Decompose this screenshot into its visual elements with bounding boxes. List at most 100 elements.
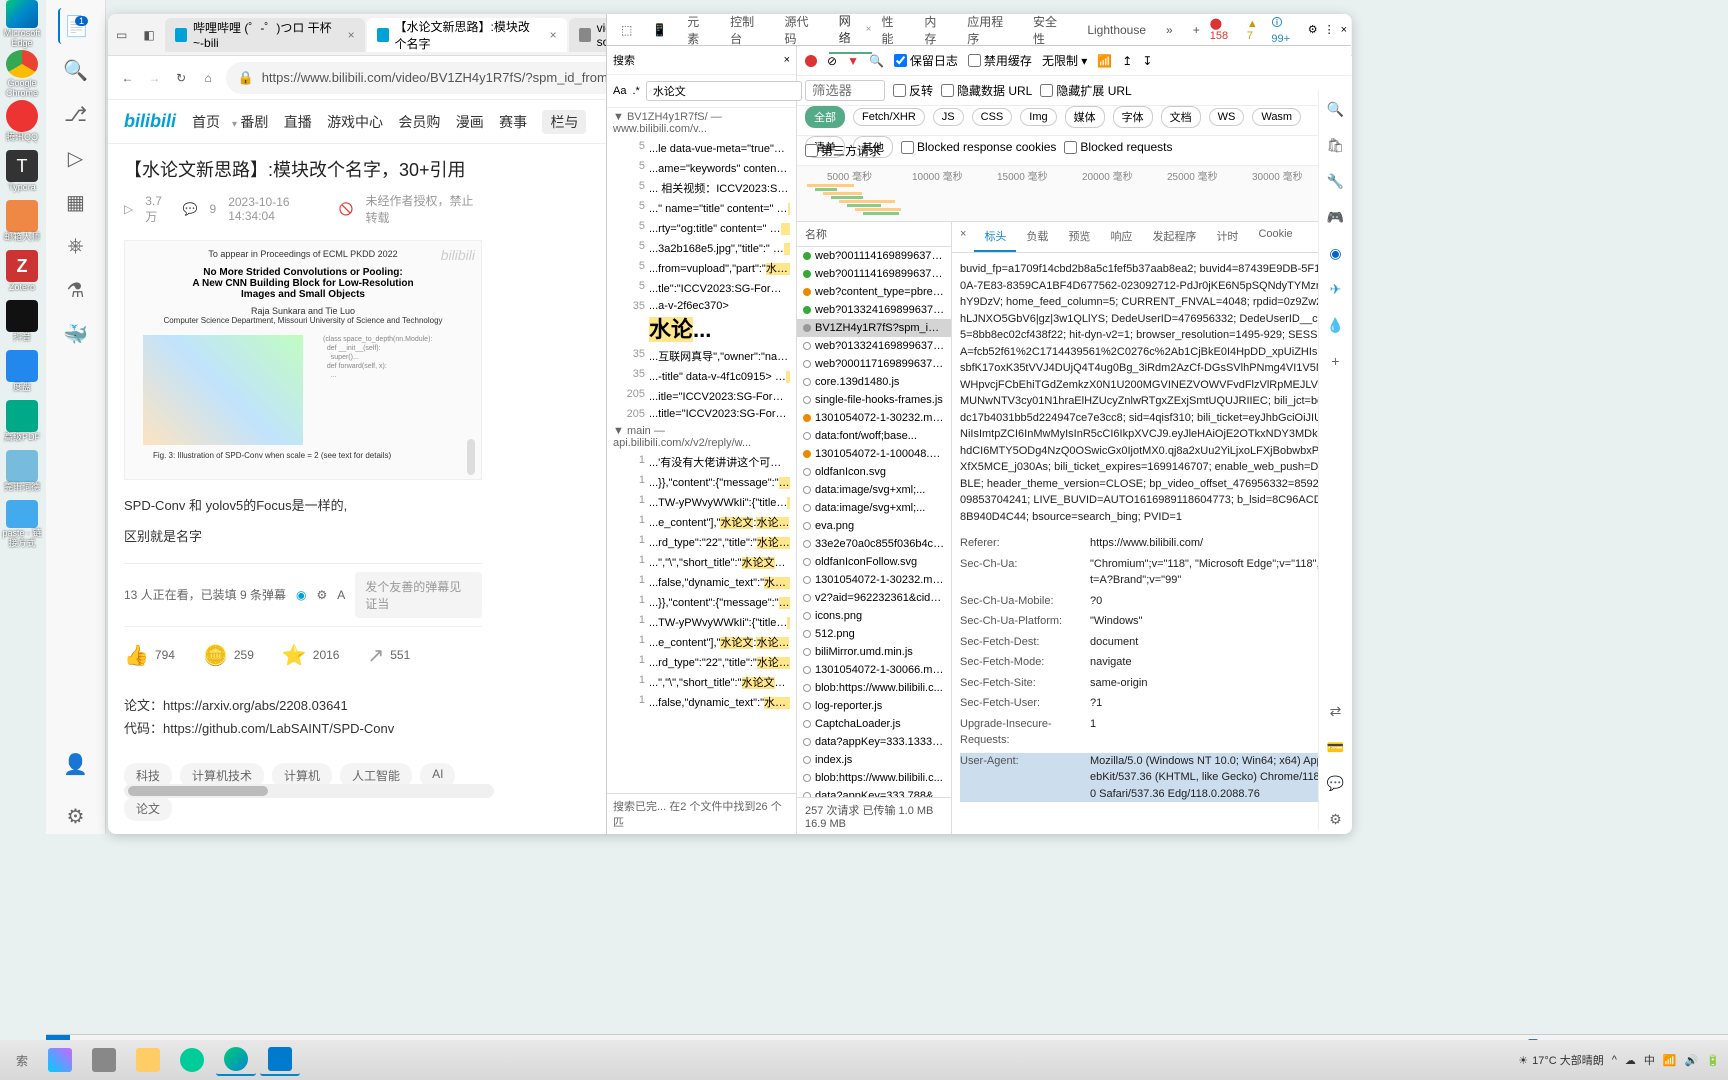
nav-match[interactable]: 赛事 (499, 114, 527, 130)
desktop-icon-baidupan[interactable]: 度盘 (2, 350, 42, 398)
search-toggle-icon[interactable]: 🔍 (869, 54, 884, 68)
filter-type-媒体[interactable]: 媒体 (1065, 106, 1105, 128)
forward-button[interactable]: → (145, 62, 164, 94)
filter-toggle-icon[interactable]: ▼ (847, 54, 859, 68)
vscode-settings-icon[interactable]: ⚙ (58, 798, 94, 834)
header-value[interactable]: 1 (1090, 716, 1343, 749)
browser-tab-1[interactable]: 【水论文新思路】:模块改个名字× (367, 18, 567, 52)
vscode-account-icon[interactable]: 👤 (58, 746, 94, 782)
download-icon[interactable]: ↧ (1142, 54, 1152, 68)
search-file-group[interactable]: ▼ main — api.bilibili.com/x/v2/reply/w..… (607, 422, 796, 452)
header-value[interactable]: ?1 (1090, 695, 1343, 712)
nav-column[interactable]: 栏与 (542, 110, 586, 134)
request-row[interactable]: index.js (797, 751, 951, 769)
request-row[interactable]: web?content_type=pbreque... (797, 283, 951, 301)
request-row[interactable]: data?appKey=333.1333&ve... (797, 733, 951, 751)
devtools-device-icon[interactable]: 📱 (642, 17, 677, 43)
request-row[interactable]: blob:https://www.bilibili.c... (797, 679, 951, 697)
request-row[interactable]: eva.png (797, 517, 951, 535)
taskbar-app[interactable] (172, 1044, 212, 1076)
like-button[interactable]: 👍794 (124, 643, 175, 668)
search-result-line[interactable]: 1...}},"content":{"message":"水论文... (607, 592, 796, 612)
request-row[interactable]: core.139d1480.js (797, 373, 951, 391)
request-row[interactable]: data:image/svg+xml;... (797, 499, 951, 517)
search-icon[interactable]: 🔍 (1325, 98, 1347, 120)
wallet-icon[interactable]: 💳 (1325, 736, 1347, 758)
filter-type-全部[interactable]: 全部 (805, 106, 845, 128)
desktop-icon-zotero[interactable]: ZZotero (2, 250, 42, 298)
player-scrollbar[interactable] (467, 439, 475, 475)
request-row[interactable]: 1301054072-1-30066.m4s?... (797, 661, 951, 679)
send-icon[interactable]: ✈ (1325, 278, 1347, 300)
detail-tab-headers[interactable]: 标头 (974, 222, 1016, 252)
vscode-debug-icon[interactable]: ▷ (58, 140, 94, 176)
danmu-toggle-icon[interactable]: ◉ (296, 588, 306, 602)
hide-data-checkbox[interactable]: 隐藏数据 URL (941, 82, 1032, 99)
devtools-inspect-icon[interactable]: ⬚ (611, 17, 642, 43)
desktop-icon-paste[interactable]: paste - 链接方式 (2, 500, 42, 548)
record-button[interactable] (805, 55, 817, 67)
vscode-explorer-icon[interactable]: 📄1 (58, 8, 94, 44)
disable-cache-checkbox[interactable]: 禁用缓存 (968, 52, 1032, 69)
taskbar-task-view[interactable] (84, 1044, 124, 1076)
tray-wifi-icon[interactable]: 📶 (1663, 1054, 1677, 1067)
video-player[interactable]: To appear in Proceedings of ECML PKDD 20… (124, 240, 482, 480)
close-icon[interactable]: × (550, 28, 557, 42)
upload-icon[interactable]: ↥ (1122, 54, 1132, 68)
third-party-checkbox[interactable]: 第三方请求 (805, 142, 881, 159)
search-result-line[interactable]: 1...e_content"],"水论文:水论文A+B... (607, 512, 796, 532)
search-result-line[interactable]: 35...-title" data-v-4f1c0915> 【水论文 ... (607, 366, 796, 386)
tray-chevron[interactable]: ^ (1612, 1054, 1617, 1066)
vscode-scm-icon[interactable]: ⎇ (58, 96, 94, 132)
transfer-icon[interactable]: ⇄ (1325, 700, 1347, 722)
regex-toggle[interactable]: .* (632, 85, 639, 97)
desktop-icon-mail[interactable]: 邮箱大师 (2, 200, 42, 248)
taskbar-explorer[interactable] (128, 1044, 168, 1076)
nav-anime[interactable]: 番剧 (240, 114, 268, 130)
header-value[interactable]: ?0 (1090, 593, 1343, 610)
cookie-header-value[interactable]: buvid_fp=a1709f14cbd2b8a5c1fef5b37aab8ea… (960, 261, 1343, 525)
tag-item[interactable]: 论文 (124, 796, 172, 821)
search-result-line[interactable]: 5...3a2b168e5.jpg","title":" 【水论文... (607, 238, 796, 258)
request-row[interactable]: v2?aid=962232361&cid=13... (797, 589, 951, 607)
dt-tab-lighthouse[interactable]: Lighthouse (1077, 17, 1156, 43)
nav-live[interactable]: 直播 (284, 114, 312, 130)
request-row[interactable]: blob:https://www.bilibili.c... (797, 769, 951, 787)
nav-manga[interactable]: 漫画 (456, 114, 484, 130)
tab-list-icon[interactable]: ◧ (135, 28, 162, 42)
request-row[interactable]: web?001114169899637412... (797, 265, 951, 283)
vscode-search-icon[interactable]: 🔍 (58, 52, 94, 88)
plus-icon[interactable]: + (1325, 350, 1347, 372)
devtools-settings-icon[interactable]: ⚙ (1308, 23, 1318, 36)
vscode-docker-icon[interactable]: 🐳 (58, 316, 94, 352)
games-icon[interactable]: 🎮 (1325, 206, 1347, 228)
back-button[interactable]: ← (118, 62, 137, 94)
search-result-line[interactable]: 1...rd_type":"22","title":"水论文A+... (607, 652, 796, 672)
invert-checkbox[interactable]: 反转 (893, 82, 933, 99)
detail-tab-response[interactable]: 响应 (1100, 222, 1142, 252)
request-row[interactable]: icons.png (797, 607, 951, 625)
desktop-icon-qq[interactable]: 腾讯QQ (2, 100, 42, 148)
error-badge[interactable]: ⬤ 158 (1210, 17, 1241, 42)
filter-type-CSS[interactable]: CSS (972, 108, 1013, 126)
detail-tab-initiator[interactable]: 发起程序 (1142, 222, 1206, 252)
header-value[interactable]: "Chromium";v="118", "Microsoft Edge";v="… (1090, 556, 1343, 589)
search-input[interactable] (646, 81, 802, 101)
desktop-icon-chrome[interactable]: Google Chrome (2, 50, 42, 98)
filter-type-字体[interactable]: 字体 (1113, 106, 1153, 128)
request-row[interactable]: data:font/woff;base... (797, 427, 951, 445)
filter-type-文档[interactable]: 文档 (1161, 106, 1201, 128)
vscode-remote-icon[interactable]: ⎈ (58, 228, 94, 264)
shopping-icon[interactable]: 🛍 (1325, 134, 1347, 156)
tools-icon[interactable]: 🔧 (1325, 170, 1347, 192)
search-result-line[interactable]: 1...'有没有大佬讲讲这个可以运用到水... (607, 452, 796, 472)
search-result-line[interactable]: 35...互联网真导","owner":"name"... (607, 346, 796, 366)
taskbar-search[interactable]: 索 (8, 1052, 36, 1069)
request-row[interactable]: single-file-hooks-frames.js (797, 391, 951, 409)
request-row[interactable]: log-reporter.js (797, 697, 951, 715)
request-row[interactable]: 1301054072-1-30232.m4s?... (797, 571, 951, 589)
search-result-line[interactable]: 1...false,"dynamic_text":"水论文A+... (607, 572, 796, 592)
tray-battery-icon[interactable]: 🔋 (1706, 1054, 1720, 1067)
request-row[interactable]: BV1ZH4y1R7fS?spm_id_fro... (797, 319, 951, 337)
code-link[interactable]: 代码：https://github.com/LabSAINT/SPD-Conv (124, 717, 482, 740)
